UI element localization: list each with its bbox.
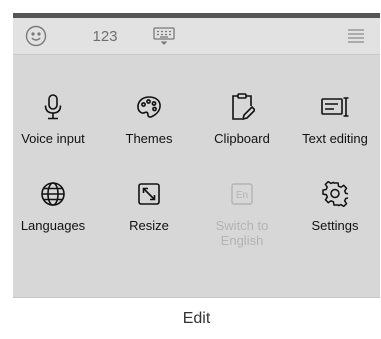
menu-icon[interactable] [343,18,369,54]
settings-button[interactable]: Settings [289,179,381,233]
resize-label: Resize [129,218,169,233]
switch-to-english-button[interactable]: En Switch to English [196,179,288,248]
keyboard-panel: 123 Voice input Themes Clipboard Text ed… [13,13,381,327]
text-editing-icon [320,92,350,122]
palette-icon [136,92,162,122]
clipboard-icon [229,92,255,122]
languages-button[interactable]: Languages [7,179,99,233]
number-mode-button[interactable]: 123 [85,18,125,54]
voice-input-button[interactable]: Voice input [7,92,99,146]
switch-to-english-line1: Switch to [215,218,269,233]
gear-icon [322,179,348,209]
keyboard-toolbar: 123 [13,18,380,55]
en-language-icon: En [230,179,254,209]
switch-to-english-line2: English [220,233,264,248]
switch-to-english-label: Switch to English [216,218,269,248]
languages-label: Languages [20,218,86,233]
settings-label: Settings [311,218,359,233]
microphone-icon [42,92,64,122]
resize-icon [137,179,161,209]
themes-label: Themes [125,131,173,146]
voice-input-label: Voice input [21,131,85,146]
text-editing-button[interactable]: Text editing [289,92,381,146]
en-icon-text: En [236,190,248,201]
edit-button[interactable]: Edit [13,298,380,339]
themes-button[interactable]: Themes [103,92,195,146]
globe-icon [40,179,66,209]
resize-button[interactable]: Resize [103,179,195,233]
options-grid: Voice input Themes Clipboard Text editin… [13,55,381,327]
emoji-icon[interactable] [23,18,49,54]
clipboard-label: Clipboard [214,131,270,146]
clipboard-button[interactable]: Clipboard [196,92,288,146]
text-editing-label: Text editing [302,131,368,146]
keyboard-hide-icon[interactable] [149,18,179,54]
